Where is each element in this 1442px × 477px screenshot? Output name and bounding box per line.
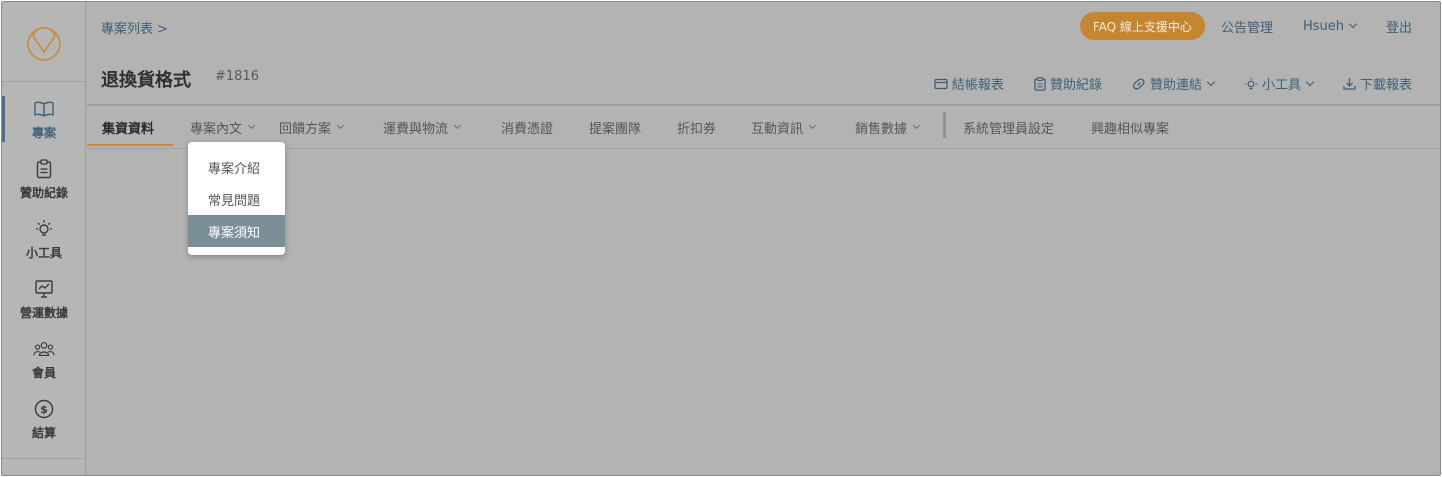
chevron-down-icon [1206, 77, 1216, 86]
breadcrumb[interactable]: 專案列表 > [101, 18, 168, 37]
sidebar-item-members[interactable]: 會員 [2, 334, 86, 394]
tab-shipping-logistics[interactable]: 運費與物流 [383, 106, 462, 149]
tab-label: 互動資訊 [751, 122, 804, 137]
tab-funding-info[interactable]: 集資資料 [102, 106, 154, 149]
settlement-report-button[interactable]: 結帳報表 [934, 74, 1004, 93]
chevron-down-icon [808, 121, 817, 130]
link-icon [1132, 77, 1145, 90]
sidebar-item-label: 營運數據 [19, 306, 68, 320]
sponsor-records-label: 贊助紀錄 [1049, 78, 1102, 93]
chart-icon [33, 278, 55, 300]
tab-label: 消費憑證 [501, 122, 554, 137]
tab-label: 運費與物流 [383, 122, 449, 137]
tab-similar-projects[interactable]: 興趣相似專案 [1091, 106, 1169, 149]
project-content-dropdown: 專案介紹 常見問題 專案須知 [188, 142, 285, 255]
sidebar-item-sponsor-records[interactable]: 贊助紀錄 [2, 154, 86, 214]
settlement-report-label: 結帳報表 [951, 78, 1004, 93]
tab-label: 專案內文 [190, 122, 243, 137]
sidebar: 專案 贊助紀錄 小工具 營運數據 會員 $ 結算 [2, 2, 86, 475]
card-icon [934, 78, 948, 89]
project-id: #1816 [215, 69, 259, 84]
logout-link[interactable]: 登出 [1386, 17, 1412, 36]
project-tabs: 集資資料 專案內文 回饋方案 運費與物流 消費憑證 提案團隊 折扣券 互動資訊 … [87, 106, 1440, 149]
sidebar-divider [2, 458, 86, 459]
chevron-down-icon [336, 121, 345, 130]
tab-label: 集資資料 [102, 122, 155, 137]
dropdown-item-faq[interactable]: 常見問題 [188, 183, 285, 215]
tab-label: 銷售數據 [855, 122, 908, 137]
tab-sales-data[interactable]: 銷售數據 [855, 106, 921, 149]
sponsor-records-button[interactable]: 贊助紀錄 [1034, 74, 1102, 93]
sidebar-item-projects[interactable]: 專案 [2, 94, 86, 154]
sidebar-nav: 專案 贊助紀錄 小工具 營運數據 會員 $ 結算 [2, 94, 86, 454]
sponsor-link-menu[interactable]: 贊助連結 [1132, 74, 1216, 93]
logo[interactable] [2, 2, 86, 82]
tab-admin-settings[interactable]: 系統管理員設定 [963, 106, 1054, 149]
main-area: 專案列表 > 退換貨格式 #1816 FAQ 線上支援中心 公告管理 Hsueh… [87, 2, 1440, 475]
download-report-label: 下載報表 [1359, 78, 1412, 93]
sidebar-item-label: 小工具 [25, 246, 62, 260]
sidebar-item-label: 專案 [31, 126, 56, 140]
tab-label: 提案團隊 [589, 122, 642, 137]
download-report-button[interactable]: 下載報表 [1343, 74, 1412, 93]
sidebar-item-label: 會員 [31, 366, 56, 380]
tools-label: 小工具 [1261, 78, 1301, 93]
book-icon [33, 98, 55, 120]
tools-menu[interactable]: 小工具 [1244, 74, 1315, 93]
dropdown-item-project-intro[interactable]: 專案介紹 [188, 151, 285, 183]
chevron-down-icon [1348, 19, 1358, 29]
dropdown-item-project-notice[interactable]: 專案須知 [188, 215, 285, 247]
chevron-down-icon [247, 121, 256, 130]
app-frame: 專案 贊助紀錄 小工具 營運數據 會員 $ 結算 專案列表 > 退換貨格式 #1… [1, 1, 1441, 476]
download-icon [1343, 78, 1356, 90]
page-title: 退換貨格式 [101, 70, 191, 91]
sidebar-item-operations[interactable]: 營運數據 [2, 274, 86, 334]
faq-support-button[interactable]: FAQ 線上支援中心 [1079, 12, 1205, 40]
tab-proposal-team[interactable]: 提案團隊 [589, 106, 641, 149]
dollar-icon: $ [33, 398, 55, 420]
announcement-link[interactable]: 公告管理 [1221, 17, 1273, 36]
tab-label: 興趣相似專案 [1091, 122, 1170, 137]
logo-icon [27, 26, 61, 61]
top-nav: FAQ 線上支援中心 公告管理 Hsueh 登出 [1079, 12, 1412, 40]
sidebar-item-label: 贊助紀錄 [19, 186, 68, 200]
active-tab-indicator [87, 144, 173, 146]
sponsor-link-label: 贊助連結 [1149, 78, 1202, 93]
chevron-down-icon [912, 121, 921, 130]
lightbulb-icon [1244, 77, 1257, 89]
clipboard-icon [33, 158, 55, 180]
sidebar-item-settlement[interactable]: $ 結算 [2, 394, 86, 454]
clipboard-icon [1034, 76, 1046, 91]
lightbulb-icon [33, 218, 55, 240]
svg-text:$: $ [40, 403, 48, 416]
tab-label: 系統管理員設定 [963, 122, 1055, 137]
sidebar-item-tools[interactable]: 小工具 [2, 214, 86, 274]
sidebar-item-label: 結算 [31, 426, 56, 440]
tab-receipts[interactable]: 消費憑證 [501, 106, 553, 149]
chevron-down-icon [1305, 77, 1315, 86]
tab-label: 回饋方案 [279, 122, 332, 137]
tab-interaction-info[interactable]: 互動資訊 [751, 106, 817, 149]
chevron-down-icon [453, 121, 462, 130]
project-toolbar: 結帳報表 贊助紀錄 贊助連結 小工具 下載報表 [904, 74, 1412, 93]
tab-label: 折扣券 [677, 122, 717, 137]
user-menu[interactable]: Hsueh [1302, 18, 1358, 34]
user-name: Hsueh [1302, 18, 1344, 34]
tab-reward-plans[interactable]: 回饋方案 [279, 106, 345, 149]
tab-divider [943, 112, 946, 138]
tab-coupons[interactable]: 折扣券 [677, 106, 716, 149]
users-icon [33, 338, 55, 360]
